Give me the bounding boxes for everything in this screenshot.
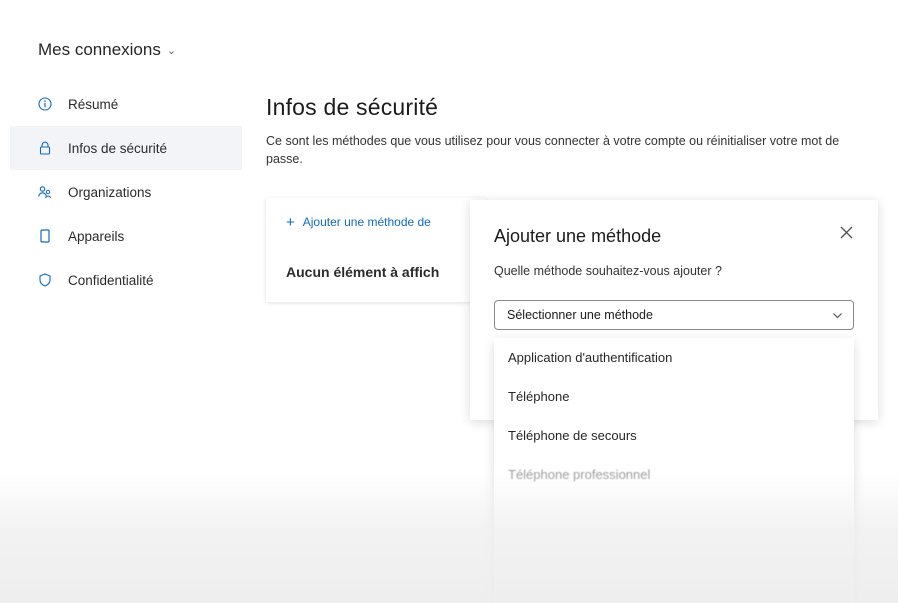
shield-icon [38, 273, 52, 287]
chevron-down-icon: ⌄ [166, 44, 177, 57]
dialog-question: Quelle méthode souhaitez-vous ajouter ? [494, 264, 722, 278]
device-icon [38, 229, 52, 243]
sidebar-item-privacy[interactable]: Confidentialité [10, 258, 242, 302]
sidebar-item-label: Confidentialité [68, 272, 154, 288]
option-phone[interactable]: Téléphone [494, 377, 854, 416]
option-authenticator-app[interactable]: Application d'authentification [494, 338, 854, 377]
option-work-phone[interactable]: Téléphone professionnel [494, 455, 854, 494]
sidebar-item-label: Appareils [68, 228, 125, 244]
lock-icon [38, 141, 52, 155]
sidebar-item-label: Résumé [68, 96, 119, 112]
close-button[interactable] [834, 220, 858, 244]
sidebar-item-label: Infos de sécurité [68, 140, 168, 156]
plus-icon: + [286, 214, 295, 231]
method-dropdown-list: Application d'authentification Téléphone… [494, 338, 854, 603]
app-title-menu[interactable]: Mes connexions ⌄ [38, 40, 176, 60]
sidebar-item-security-info[interactable]: Infos de sécurité [10, 126, 242, 170]
chevron-down-icon [833, 312, 842, 318]
page-description: Ce sont les méthodes que vous utilisez p… [266, 134, 840, 166]
sidebar-item-devices[interactable]: Appareils [10, 214, 242, 258]
security-methods-card: + Ajouter une méthode de Aucun élément à … [266, 198, 486, 302]
page-title: Infos de sécurité [266, 94, 439, 120]
sidebar-item-label: Organizations [68, 184, 152, 200]
sidebar-item-organizations[interactable]: Organizations [10, 170, 242, 214]
method-select-value: Sélectionner une méthode [507, 308, 653, 322]
info-icon [38, 97, 52, 111]
add-method-link[interactable]: + Ajouter une méthode de [286, 214, 431, 231]
option-backup-phone[interactable]: Téléphone de secours [494, 416, 854, 455]
close-icon [840, 226, 852, 238]
sidebar: Résumé Infos de sécurité Organizations A… [10, 82, 242, 302]
app-title: Mes connexions [38, 40, 161, 59]
sidebar-item-resume[interactable]: Résumé [10, 82, 242, 126]
main-content: Infos de sécurité Ce sont les méthodes q… [266, 94, 866, 168]
method-select[interactable]: Sélectionner une méthode [494, 300, 854, 330]
people-icon [38, 185, 52, 199]
add-method-label: Ajouter une méthode de [302, 215, 431, 229]
dialog-title: Ajouter une méthode [494, 226, 662, 246]
empty-state-text: Aucun élément à affich [286, 264, 440, 280]
